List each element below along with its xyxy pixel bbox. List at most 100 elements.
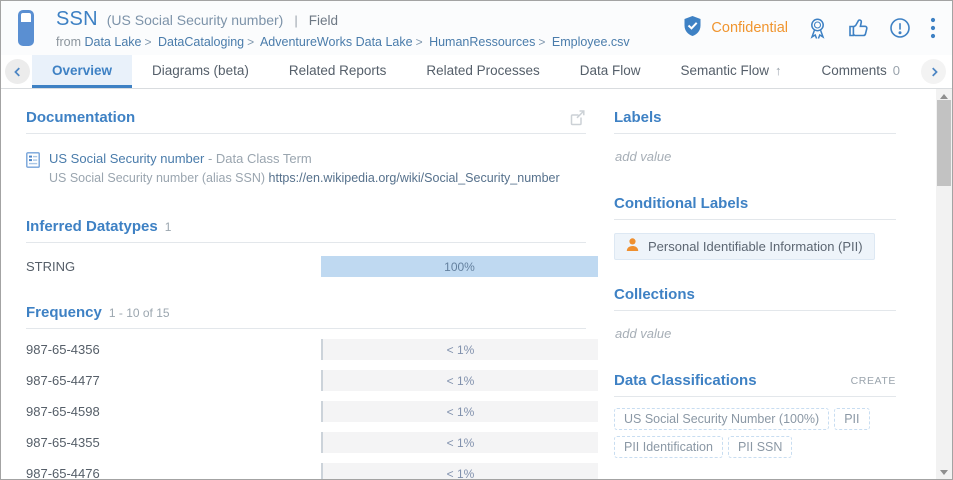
tab-label: Overview bbox=[52, 63, 112, 78]
entity-type-label: Field bbox=[309, 13, 338, 28]
app-window: SSN (US Social Security number) | Field … bbox=[0, 0, 953, 480]
frequency-value: 987-65-4356 bbox=[26, 342, 321, 357]
person-icon bbox=[626, 238, 639, 255]
main-column: Documentation bbox=[1, 89, 586, 480]
breadcrumb-separator: > bbox=[413, 35, 426, 49]
tab-diagrams-beta[interactable]: Diagrams (beta) bbox=[132, 55, 269, 88]
frequency-row: 987-65-4476 < 1% bbox=[26, 463, 598, 480]
frequency-value: 987-65-4477 bbox=[26, 373, 321, 388]
data-classifications-heading: Data Classifications bbox=[614, 372, 757, 389]
frequency-range: 1 - 10 of 15 bbox=[109, 306, 170, 320]
tab-label: Semantic Flow bbox=[680, 63, 769, 78]
tab-label: Related Processes bbox=[426, 63, 539, 78]
wikipedia-link[interactable]: https://en.wikipedia.org/wiki/Social_Sec… bbox=[269, 171, 560, 185]
page-header: SSN (US Social Security number) | Field … bbox=[1, 1, 952, 55]
documentation-section-header: Documentation bbox=[26, 109, 586, 134]
term-link[interactable]: US Social Security number bbox=[49, 151, 204, 166]
tab-label: Data Flow bbox=[580, 63, 641, 78]
documentation-term-item: US Social Security number - Data Class T… bbox=[26, 151, 586, 185]
frequency-row: 987-65-4356 < 1% bbox=[26, 339, 598, 360]
certify-medal-icon[interactable] bbox=[807, 17, 828, 40]
breadcrumb-item-data-lake[interactable]: Data Lake bbox=[84, 35, 141, 49]
side-column: Labels add value Conditional Labels Pers… bbox=[614, 89, 896, 480]
frequency-row: 987-65-4598 < 1% bbox=[26, 401, 598, 422]
tab-data-flow[interactable]: Data Flow bbox=[560, 55, 661, 88]
breadcrumb-item-humanressources[interactable]: HumanRessources bbox=[429, 35, 535, 49]
kebab-menu-icon[interactable] bbox=[930, 16, 936, 40]
classification-chip[interactable]: US Social Security Number (100%) bbox=[614, 408, 829, 430]
tab-semantic-flow[interactable]: Semantic Flow ↑ bbox=[660, 55, 801, 88]
frequency-percentage-bar: < 1% bbox=[321, 370, 598, 391]
frequency-row: 987-65-4355 < 1% bbox=[26, 432, 598, 453]
classification-chip[interactable]: PII Identification bbox=[614, 436, 723, 458]
frequency-heading: Frequency bbox=[26, 304, 102, 321]
tabs-scroll-right-button[interactable] bbox=[921, 59, 946, 84]
shield-check-icon bbox=[682, 15, 703, 41]
conditional-label-text: Personal Identifiable Information (PII) bbox=[648, 239, 863, 254]
labels-heading: Labels bbox=[614, 109, 662, 126]
page-subtitle: (US Social Security number) bbox=[107, 12, 284, 28]
alert-circle-icon[interactable] bbox=[889, 17, 911, 39]
tab-bar: Overview Diagrams (beta) Related Reports… bbox=[1, 55, 952, 89]
data-classifications-section-header: Data Classifications CREATE bbox=[614, 372, 896, 397]
frequency-value: 987-65-4355 bbox=[26, 435, 321, 450]
tab-related-reports[interactable]: Related Reports bbox=[269, 55, 407, 88]
documentation-heading: Documentation bbox=[26, 109, 135, 126]
scroll-down-button[interactable] bbox=[936, 465, 952, 479]
breadcrumb-item-employee-csv[interactable]: Employee.csv bbox=[552, 35, 630, 49]
collections-heading: Collections bbox=[614, 286, 695, 303]
tabs-scroll-left-button[interactable] bbox=[5, 59, 30, 84]
breadcrumb: from Data Lake> DataCataloging> Adventur… bbox=[56, 35, 630, 49]
breadcrumb-prefix: from bbox=[56, 35, 81, 49]
confidentiality-badge[interactable]: Confidential bbox=[682, 15, 788, 41]
frequency-percentage: < 1% bbox=[447, 467, 475, 480]
frequency-percentage-bar: < 1% bbox=[321, 432, 598, 453]
frequency-percentage-bar: < 1% bbox=[321, 401, 598, 422]
tab-label: Comments bbox=[822, 63, 887, 78]
inferred-datatypes-count: 1 bbox=[165, 220, 172, 234]
document-icon bbox=[26, 151, 40, 185]
frequency-section-header: Frequency 1 - 10 of 15 bbox=[26, 304, 586, 329]
term-description: US Social Security number (alias SSN) bbox=[49, 171, 265, 185]
frequency-percentage-bar: < 1% bbox=[321, 463, 598, 480]
datatype-percentage: 100% bbox=[444, 260, 475, 274]
inferred-datatypes-section-header: Inferred Datatypes 1 bbox=[26, 218, 586, 243]
scrollbar-thumb[interactable] bbox=[937, 100, 951, 186]
vertical-scrollbar[interactable] bbox=[936, 89, 952, 479]
frequency-percentage: < 1% bbox=[447, 343, 475, 357]
tab-overview[interactable]: Overview bbox=[32, 55, 132, 88]
tab-comments[interactable]: Comments 0 bbox=[802, 55, 921, 88]
thumbs-up-icon[interactable] bbox=[847, 17, 870, 39]
title-divider: | bbox=[292, 13, 299, 28]
comments-count: 0 bbox=[893, 63, 900, 78]
labels-section-header: Labels bbox=[614, 109, 896, 134]
classification-chip[interactable]: PII bbox=[834, 408, 869, 430]
collections-section-header: Collections bbox=[614, 286, 896, 311]
classification-chip[interactable]: PII SSN bbox=[728, 436, 792, 458]
datatype-label: STRING bbox=[26, 259, 321, 274]
field-column-icon bbox=[18, 10, 34, 46]
documentation-expand-icon[interactable] bbox=[569, 109, 586, 126]
page-title: SSN bbox=[56, 8, 98, 31]
triangle-up-icon bbox=[940, 94, 948, 99]
conditional-label-chip-pii[interactable]: Personal Identifiable Information (PII) bbox=[614, 233, 875, 260]
breadcrumb-item-datacataloging[interactable]: DataCataloging bbox=[158, 35, 244, 49]
title-block: SSN (US Social Security number) | Field … bbox=[56, 8, 630, 49]
breadcrumb-item-adventureworks[interactable]: AdventureWorks Data Lake bbox=[260, 35, 413, 49]
create-button[interactable]: CREATE bbox=[851, 375, 896, 387]
collections-add-value[interactable]: add value bbox=[615, 326, 896, 341]
breadcrumb-separator: > bbox=[535, 35, 548, 49]
frequency-percentage-bar: < 1% bbox=[321, 339, 598, 360]
breadcrumb-separator: > bbox=[244, 35, 257, 49]
frequency-percentage: < 1% bbox=[447, 374, 475, 388]
data-classification-chips: US Social Security Number (100%)PII PII I… bbox=[614, 408, 896, 464]
arrow-up-icon: ↑ bbox=[775, 63, 782, 78]
confidential-label: Confidential bbox=[711, 20, 788, 36]
tab-related-processes[interactable]: Related Processes bbox=[406, 55, 559, 88]
frequency-percentage: < 1% bbox=[447, 405, 475, 419]
labels-add-value[interactable]: add value bbox=[615, 149, 896, 164]
conditional-labels-heading: Conditional Labels bbox=[614, 195, 748, 212]
frequency-row: 987-65-4477 < 1% bbox=[26, 370, 598, 391]
datatype-percentage-bar: 100% bbox=[321, 256, 598, 277]
frequency-percentage: < 1% bbox=[447, 436, 475, 450]
